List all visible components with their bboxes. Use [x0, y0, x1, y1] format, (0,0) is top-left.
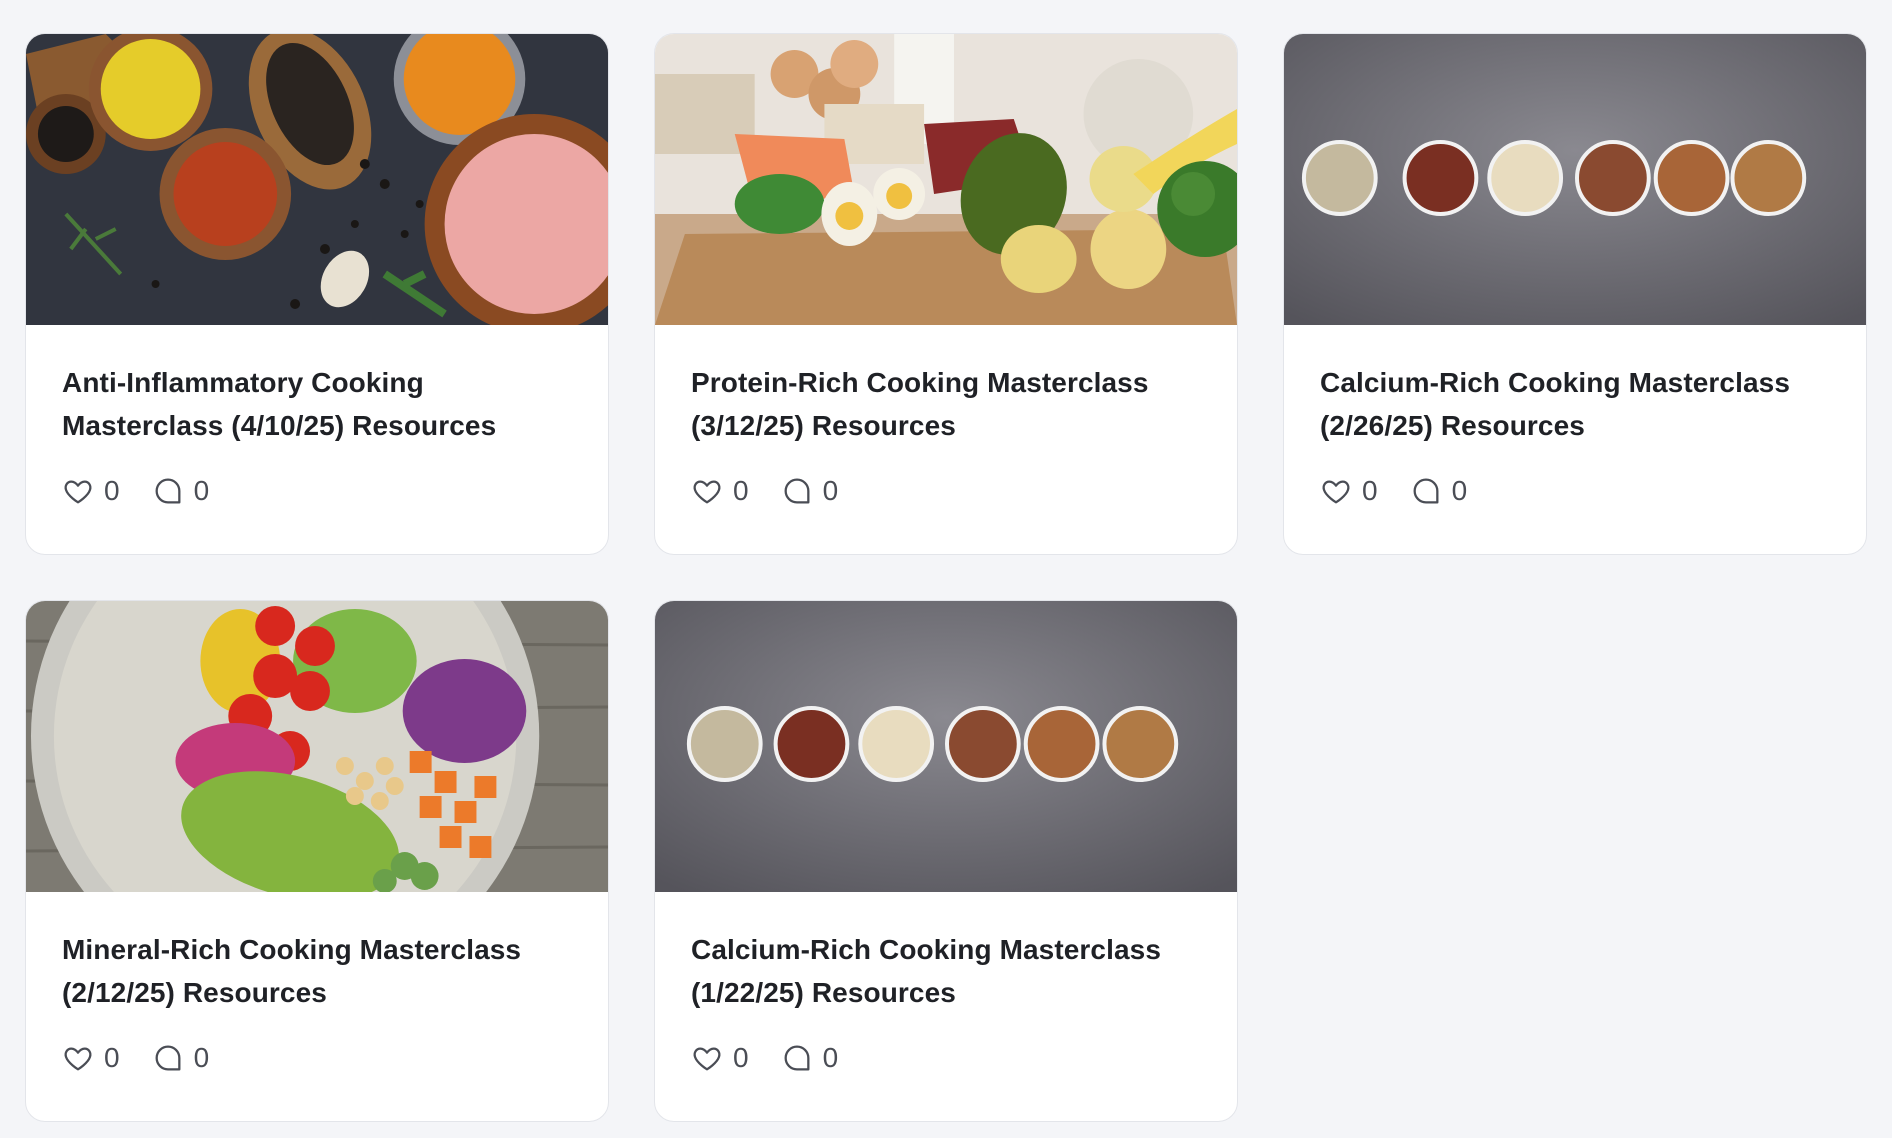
nuts-bowls-image[interactable]	[1284, 34, 1866, 325]
post-title[interactable]: Anti-Inflammatory Cooking Masterclass (4…	[62, 361, 572, 447]
like-count: 0	[1362, 475, 1378, 506]
post-card[interactable]: Protein-Rich Cooking Masterclass (3/12/2…	[654, 33, 1238, 555]
comment-icon	[155, 1045, 181, 1071]
comment-button[interactable]: 0	[152, 475, 210, 507]
nuts-bowls-image[interactable]	[655, 601, 1237, 892]
post-title[interactable]: Protein-Rich Cooking Masterclass (3/12/2…	[691, 361, 1201, 447]
post-meta: 0 0	[691, 1042, 1201, 1074]
post-meta: 0 0	[62, 1042, 572, 1074]
post-card[interactable]: Anti-Inflammatory Cooking Masterclass (4…	[25, 33, 609, 555]
post-card[interactable]: Calcium-Rich Cooking Masterclass (2/26/2…	[1283, 33, 1867, 555]
heart-icon	[693, 480, 721, 504]
comment-count: 0	[1451, 475, 1468, 506]
comment-icon	[155, 478, 181, 504]
salad-bowl-image[interactable]	[26, 601, 608, 892]
protein-foods-image[interactable]	[655, 34, 1237, 325]
comment-count: 0	[193, 1042, 210, 1073]
comment-button[interactable]: 0	[781, 475, 839, 507]
like-count: 0	[733, 1042, 749, 1073]
post-card[interactable]: Mineral-Rich Cooking Masterclass (2/12/2…	[25, 600, 609, 1122]
post-card[interactable]: Calcium-Rich Cooking Masterclass (1/22/2…	[654, 600, 1238, 1122]
like-count: 0	[104, 1042, 120, 1073]
spices-image[interactable]	[26, 34, 608, 325]
comment-count: 0	[193, 475, 210, 506]
post-meta: 0 0	[691, 475, 1201, 507]
comment-icon	[784, 1045, 810, 1071]
comment-button[interactable]: 0	[1410, 475, 1468, 507]
post-meta: 0 0	[1320, 475, 1830, 507]
post-title[interactable]: Calcium-Rich Cooking Masterclass (1/22/2…	[691, 928, 1201, 1014]
like-button[interactable]: 0	[691, 475, 749, 507]
like-button[interactable]: 0	[1320, 475, 1378, 507]
post-title[interactable]: Mineral-Rich Cooking Masterclass (2/12/2…	[62, 928, 572, 1014]
like-count: 0	[104, 475, 120, 506]
like-button[interactable]: 0	[62, 475, 120, 507]
comment-icon	[784, 478, 810, 504]
comment-count: 0	[822, 475, 839, 506]
post-title[interactable]: Calcium-Rich Cooking Masterclass (2/26/2…	[1320, 361, 1830, 447]
heart-icon	[64, 1047, 92, 1071]
post-meta: 0 0	[62, 475, 572, 507]
like-count: 0	[733, 475, 749, 506]
comment-button[interactable]: 0	[152, 1042, 210, 1074]
comment-button[interactable]: 0	[781, 1042, 839, 1074]
comment-count: 0	[822, 1042, 839, 1073]
like-button[interactable]: 0	[691, 1042, 749, 1074]
heart-icon	[1322, 480, 1350, 504]
posts-grid: Anti-Inflammatory Cooking Masterclass (4…	[25, 33, 1867, 1122]
like-button[interactable]: 0	[62, 1042, 120, 1074]
heart-icon	[693, 1047, 721, 1071]
heart-icon	[64, 480, 92, 504]
comment-icon	[1413, 478, 1439, 504]
